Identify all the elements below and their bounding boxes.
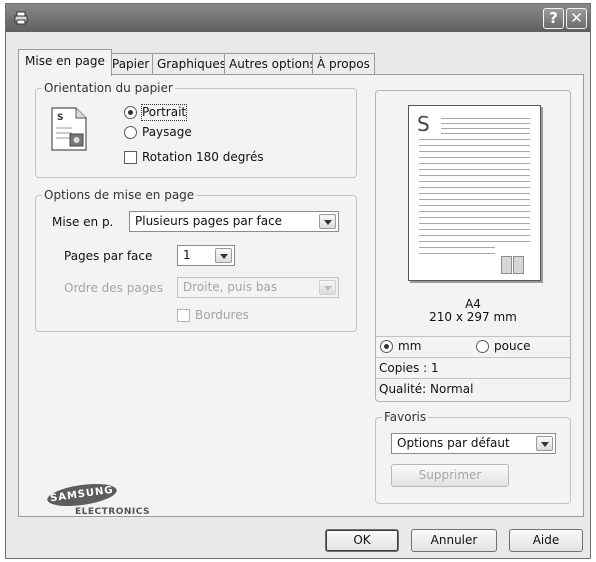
preview-image-block	[501, 256, 512, 274]
paper-size: 210 x 297 mm	[429, 310, 517, 324]
preview-text-line	[419, 253, 495, 254]
chevron-down-icon	[215, 248, 232, 263]
portrait-page-icon: S	[51, 107, 87, 151]
samsung-logo-mark: SAMSUNG	[45, 480, 119, 510]
page-order-select[interactable]: Droite, puis bas	[177, 277, 339, 298]
preview-text-line	[419, 145, 530, 146]
landscape-radio[interactable]	[124, 126, 137, 139]
preview-text-line	[419, 241, 530, 242]
samsung-logo-subtitle: ELECTRONICS	[75, 507, 150, 517]
preview-text-line	[419, 169, 530, 170]
preview-text-line	[419, 223, 530, 224]
preview-letter: S	[417, 112, 430, 136]
copies-info: Copies : 1	[376, 357, 570, 378]
favorites-value: Options par défaut	[397, 436, 510, 450]
preview-text-line	[419, 151, 530, 152]
favorites-select[interactable]: Options par défaut	[391, 433, 556, 454]
preview-text-line	[441, 133, 530, 134]
help-title-button[interactable]: ?	[543, 8, 564, 29]
paper-preview: S	[408, 105, 541, 281]
tab-autres-options[interactable]: Autres options	[224, 53, 321, 75]
unit-inch-label[interactable]: pouce	[494, 339, 531, 354]
help-button[interactable]: Aide	[509, 529, 583, 552]
favorites-group: Favoris Options par défaut Supprimer	[375, 410, 571, 504]
close-title-button[interactable]: ✕	[566, 8, 587, 29]
tab-mise-en-page[interactable]: Mise en page	[18, 49, 112, 76]
preview-text-line	[419, 205, 530, 206]
preview-text-line	[419, 181, 530, 182]
preview-text-line	[419, 211, 530, 212]
portrait-label[interactable]: Portrait	[140, 104, 188, 121]
preview-text-line	[419, 193, 530, 194]
pages-per-side-label: Pages par face	[64, 249, 153, 263]
ok-button[interactable]: OK	[325, 529, 399, 552]
preview-text-line	[441, 123, 530, 124]
orientation-group: Orientation du papier S Portrait Paysage…	[35, 81, 357, 178]
preview-image-block	[513, 256, 524, 274]
tab-a-propos[interactable]: À propos	[312, 53, 375, 75]
preview-text-line	[441, 118, 530, 119]
tab-papier[interactable]: Papier	[107, 53, 155, 75]
preview-text-line	[419, 235, 530, 236]
delete-favorite-button[interactable]: Supprimer	[391, 464, 509, 487]
print-properties-dialog: ? ✕ Mise en page Papier Graphiques Autre…	[5, 3, 591, 559]
preview-text-line	[419, 247, 495, 248]
tab-panel: Orientation du papier S Portrait Paysage…	[18, 74, 584, 517]
orientation-group-title: Orientation du papier	[42, 81, 175, 95]
landscape-label[interactable]: Paysage	[142, 125, 192, 140]
preview-text-line	[419, 199, 530, 200]
preview-text-line	[419, 139, 530, 140]
unit-inch-radio[interactable]	[476, 340, 489, 353]
borders-checkbox[interactable]	[177, 309, 190, 322]
unit-mm-radio[interactable]	[380, 340, 393, 353]
preview-text-line	[419, 157, 530, 158]
samsung-logo: SAMSUNG ELECTRONICS	[45, 480, 150, 517]
favorites-group-title: Favoris	[382, 410, 429, 424]
paper-name: A4	[465, 297, 481, 311]
page-order-value: Droite, puis bas	[183, 280, 278, 294]
page-order-label: Ordre des pages	[64, 281, 163, 295]
preview-text-line	[419, 217, 530, 218]
borders-label[interactable]: Bordures	[195, 308, 249, 323]
page-preview-box: S A4 210 x 297 mm mm pouce Copies: 1 Qu…	[375, 90, 571, 402]
preview-text-line	[419, 175, 530, 176]
rotate-180-label[interactable]: Rotation 180 degrés	[142, 150, 264, 165]
unit-mm-label[interactable]: mm	[398, 339, 421, 354]
layout-options-group-title: Options de mise en page	[42, 188, 197, 202]
printer-icon	[14, 11, 28, 25]
layout-type-select[interactable]: Plusieurs pages par face	[129, 211, 339, 232]
tab-graphiques[interactable]: Graphiques	[152, 53, 231, 75]
preview-text-line	[441, 128, 530, 129]
svg-text:S: S	[57, 113, 63, 123]
rotate-180-checkbox[interactable]	[124, 151, 137, 164]
cancel-button[interactable]: Annuler	[411, 529, 497, 552]
quality-info: Qualité: Normal	[376, 378, 570, 399]
chevron-down-icon	[319, 280, 336, 295]
layout-type-label: Mise en p.	[52, 215, 114, 229]
layout-options-group: Options de mise en page Mise en p. Plusi…	[35, 188, 357, 332]
preview-text-line	[419, 163, 530, 164]
layout-type-value: Plusieurs pages par face	[135, 214, 283, 228]
pages-per-side-select[interactable]: 1	[177, 245, 235, 266]
unit-row: mm pouce	[376, 336, 570, 357]
pages-per-side-value: 1	[183, 248, 191, 262]
chevron-down-icon	[319, 214, 336, 229]
portrait-radio[interactable]	[124, 106, 137, 119]
chevron-down-icon	[536, 436, 553, 451]
title-bar[interactable]: ? ✕	[6, 4, 590, 32]
preview-text-line	[419, 187, 530, 188]
preview-text-line	[419, 229, 530, 230]
